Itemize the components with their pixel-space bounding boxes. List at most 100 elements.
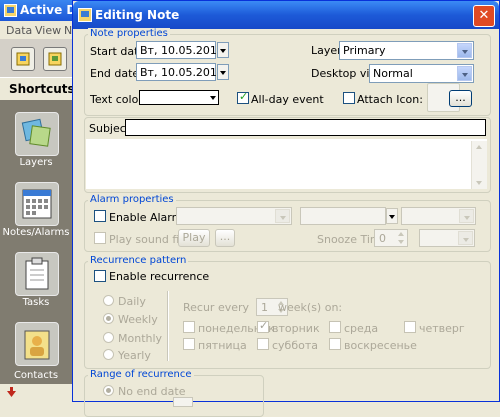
day-checkbox-thursday[interactable] (404, 321, 416, 333)
shortcuts-header: Shortcuts (0, 77, 75, 101)
scroll-down-icon[interactable] (476, 181, 482, 185)
desktop-view-select[interactable]: Normal (369, 64, 474, 83)
layer-value: Primary (343, 44, 386, 57)
shortcut-label-tasks[interactable]: Tasks (0, 297, 72, 308)
radio-weekly[interactable] (103, 313, 114, 324)
app-icon (4, 4, 17, 17)
menu-view[interactable]: View (35, 24, 61, 37)
background-app-menubar: Data View N (0, 21, 76, 39)
start-date-field[interactable]: Вт, 10.05.2011 (136, 41, 224, 59)
day-checkbox-monday[interactable] (183, 321, 195, 333)
chevron-down-icon (459, 209, 474, 223)
day-label-friday: пятница (198, 339, 247, 352)
toolbar-button-2[interactable] (43, 47, 67, 71)
radio-no-end-date[interactable] (103, 385, 114, 396)
recur-every-value: 1 (261, 301, 268, 314)
day-label-saturday: суббота (272, 339, 319, 352)
browse-icon-label: ... (455, 91, 466, 104)
layer-select[interactable]: Primary (339, 41, 474, 60)
end-date-field[interactable]: Вт, 10.05.2011 (136, 63, 224, 81)
background-app-titlebar: Active Des (0, 0, 92, 21)
menu-data[interactable]: Data (6, 24, 32, 37)
day-checkbox-wednesday[interactable] (329, 321, 341, 333)
spin-up-icon[interactable] (398, 232, 404, 236)
chevron-down-icon (457, 43, 472, 58)
snooze-time-value: 0 (379, 232, 386, 245)
scroll-up-icon[interactable] (476, 145, 482, 149)
day-checkbox-tuesday[interactable] (257, 319, 269, 333)
attach-icon-checkbox[interactable] (343, 92, 355, 104)
close-button[interactable]: ✕ (473, 5, 495, 27)
browse-icon-button[interactable]: ... (449, 90, 472, 107)
enable-recurrence-label: Enable recurrence (109, 270, 210, 283)
arrow-down-icon[interactable] (6, 387, 17, 398)
recurrence-divider (167, 291, 169, 361)
shortcut-label-contacts[interactable]: Contacts (0, 370, 72, 381)
browse-sound-label: ... (219, 230, 231, 243)
all-day-event-label: All-day event (251, 93, 324, 106)
calendar-icon[interactable] (15, 182, 59, 226)
shortcuts-panel: Layers Notes/Alarms Tasks Contacts (0, 100, 72, 384)
clipboard-icon[interactable] (15, 252, 59, 296)
dialog-title: Editing Note (95, 8, 180, 22)
spin-down-icon[interactable] (398, 240, 404, 244)
note-properties-legend: Note properties (88, 28, 170, 39)
chevron-down-icon (275, 209, 290, 223)
background-app-statusbar (0, 384, 72, 402)
shortcut-label-notes-alarms[interactable]: Notes/Alarms (0, 227, 72, 238)
alarm-time-select[interactable] (401, 207, 476, 225)
alarm-date-field[interactable] (300, 207, 386, 225)
shortcut-label-layers[interactable]: Layers (0, 157, 72, 168)
alarm-properties-legend: Alarm properties (88, 194, 176, 205)
all-day-event-checkbox[interactable] (237, 90, 249, 104)
start-date-value: Вт, 10.05.2011 (140, 44, 224, 57)
day-label-tuesday: вторник (272, 322, 320, 335)
start-date-dropdown-button[interactable] (217, 42, 229, 58)
menu-n[interactable]: N (64, 24, 72, 37)
range-field-partial[interactable] (173, 397, 193, 407)
contact-icon[interactable] (15, 322, 59, 366)
day-label-thursday: четверг (419, 322, 465, 335)
chevron-down-icon (457, 66, 472, 81)
day-checkbox-sunday[interactable] (329, 338, 341, 350)
enable-alarm-checkbox[interactable] (94, 210, 106, 222)
day-checkbox-friday[interactable] (183, 338, 195, 350)
radio-monthly[interactable] (103, 332, 114, 343)
attach-icon-label: Attach Icon: (357, 93, 423, 106)
shortcuts-title: Shortcuts (9, 82, 75, 96)
note-text-scrollbar[interactable] (471, 141, 487, 189)
note-icon (16, 52, 30, 66)
snooze-time-spinner[interactable]: 0 (374, 229, 408, 247)
radio-weekly-label: Weekly (118, 313, 158, 326)
radio-yearly[interactable] (103, 349, 114, 360)
note-text-area[interactable] (86, 139, 487, 189)
chevron-down-icon (210, 96, 216, 100)
close-icon: ✕ (478, 8, 490, 23)
subject-input[interactable] (125, 119, 486, 136)
enable-alarm-label: Enable Alarm (109, 211, 183, 224)
dialog-titlebar[interactable]: Editing Note ✕ (73, 1, 499, 29)
enable-recurrence-checkbox[interactable] (94, 270, 106, 282)
browse-sound-button[interactable]: ... (215, 229, 235, 247)
radio-yearly-label: Yearly (118, 349, 151, 362)
layers-icon[interactable] (15, 112, 59, 156)
toolbar-button-1[interactable] (11, 47, 35, 71)
radio-daily[interactable] (103, 295, 114, 306)
day-checkbox-saturday[interactable] (257, 338, 269, 350)
play-sound-checkbox[interactable] (94, 232, 106, 244)
chevron-down-icon (458, 231, 473, 245)
radio-daily-label: Daily (118, 295, 146, 308)
snooze-unit-select[interactable] (419, 229, 475, 247)
play-button[interactable]: Play (178, 229, 210, 247)
weeks-on-label: week(s) on: (278, 301, 343, 314)
note-alt-icon (48, 52, 62, 66)
play-button-label: Play (182, 231, 206, 244)
day-label-wednesday: среда (344, 322, 379, 335)
text-color-picker[interactable] (139, 90, 219, 105)
text-color-label: Text color: (90, 93, 147, 106)
end-date-dropdown-button[interactable] (217, 64, 229, 80)
background-app-window: Active Des Data View N Shortcuts Layers … (0, 0, 92, 402)
alarm-date-dropdown-button[interactable] (386, 208, 398, 224)
end-date-value: Вт, 10.05.2011 (140, 66, 224, 79)
alarm-sound-select[interactable] (176, 207, 292, 225)
